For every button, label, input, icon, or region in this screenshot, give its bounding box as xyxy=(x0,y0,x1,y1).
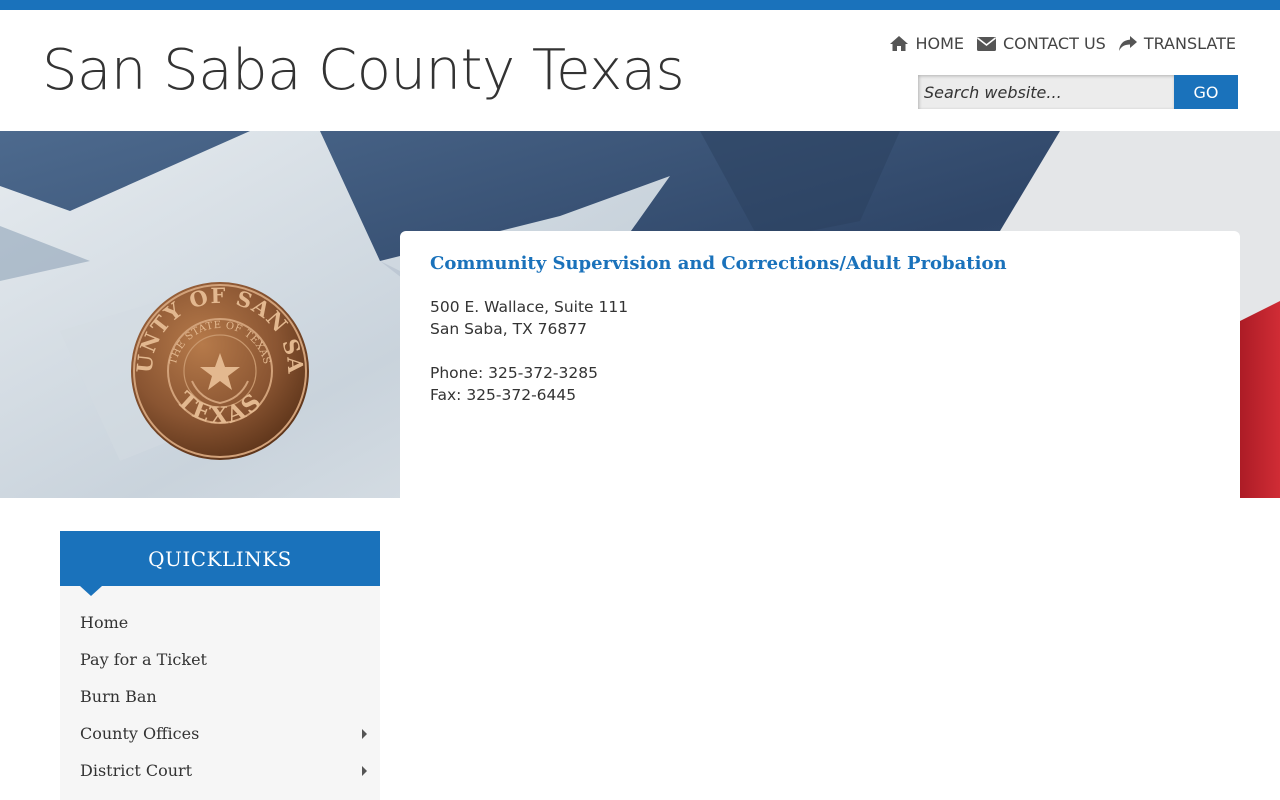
quicklink-district-court[interactable]: District Court xyxy=(60,752,380,789)
search-input[interactable] xyxy=(918,75,1174,109)
page-title: Community Supervision and Corrections/Ad… xyxy=(430,253,1007,274)
hero-banner: COUNTY OF SAN SABA TEXAS THE STATE OF TE… xyxy=(0,131,1280,498)
quicklink-label: District Court xyxy=(80,761,193,780)
submenu-arrow-icon[interactable] xyxy=(362,766,367,776)
content-card: Community Supervision and Corrections/Ad… xyxy=(400,231,1240,498)
home-icon xyxy=(890,36,909,51)
quicklink-pay-for-a-ticket[interactable]: Pay for a Ticket xyxy=(60,641,380,678)
contact-us-link[interactable]: CONTACT US xyxy=(976,34,1106,53)
submenu-arrow-icon[interactable] xyxy=(362,729,367,739)
quicklink-label: County Offices xyxy=(80,724,200,743)
home-link[interactable]: HOME xyxy=(890,34,964,53)
quicklink-home[interactable]: Home xyxy=(60,604,380,641)
site-title[interactable]: San Saba County Texas xyxy=(42,38,685,103)
translate-label: TRANSLATE xyxy=(1143,34,1236,53)
address-line-2: San Saba, TX 76877 xyxy=(430,320,587,338)
share-arrow-icon xyxy=(1118,36,1137,51)
quicklink-burn-ban[interactable]: Burn Ban xyxy=(60,678,380,715)
quicklink-label: Burn Ban xyxy=(80,687,157,706)
top-accent-bar xyxy=(0,0,1280,10)
envelope-icon xyxy=(976,36,996,51)
quicklinks-panel: QUICKLINKS Home Pay for a Ticket Burn Ba… xyxy=(60,531,380,800)
quicklink-county-offices[interactable]: County Offices xyxy=(60,715,380,752)
utility-nav: HOME CONTACT US TRANSLATE xyxy=(890,34,1236,53)
quicklinks-header: QUICKLINKS xyxy=(60,531,380,596)
site-header: San Saba County Texas HOME CONTACT US TR… xyxy=(0,10,1280,131)
quicklinks-list: Home Pay for a Ticket Burn Ban County Of… xyxy=(60,586,380,789)
home-link-label: HOME xyxy=(915,34,964,53)
search-form: GO xyxy=(918,75,1238,109)
fax-number: Fax: 325-372-6445 xyxy=(430,386,577,404)
address-line-1: 500 E. Wallace, Suite 111 xyxy=(430,298,629,316)
search-go-button[interactable]: GO xyxy=(1174,75,1238,109)
quicklink-label: Pay for a Ticket xyxy=(80,650,207,669)
county-seal-logo: COUNTY OF SAN SABA TEXAS THE STATE OF TE… xyxy=(130,281,309,460)
translate-link[interactable]: TRANSLATE xyxy=(1118,34,1236,53)
contact-us-label: CONTACT US xyxy=(1002,34,1106,53)
phone-number: Phone: 325-372-3285 xyxy=(430,364,598,382)
quicklinks-notch xyxy=(80,586,102,596)
quicklinks-heading: QUICKLINKS xyxy=(148,546,292,571)
quicklink-label: Home xyxy=(80,613,129,632)
